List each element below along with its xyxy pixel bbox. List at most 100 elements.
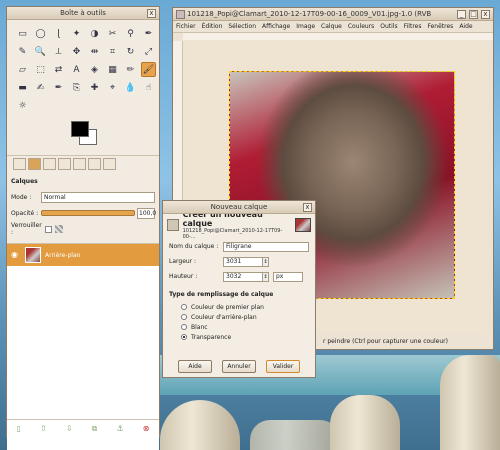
rect-select-icon[interactable]: ▭ <box>15 26 30 41</box>
pencil-icon[interactable]: ✏ <box>123 62 138 77</box>
move-icon[interactable]: ✥ <box>69 44 84 59</box>
fill-option[interactable]: Couleur d'arrière-plan <box>181 312 309 322</box>
menu-item[interactable]: Édition <box>202 23 223 30</box>
duplicate-layer-icon[interactable]: ⧉ <box>92 424 98 434</box>
dodge-icon[interactable]: ☼ <box>15 98 30 113</box>
shear-icon[interactable]: ▱ <box>15 62 30 77</box>
color-select-icon[interactable]: ◑ <box>87 26 102 41</box>
align-icon[interactable]: ⇹ <box>87 44 102 59</box>
unit-select[interactable]: px <box>273 271 303 282</box>
close-icon[interactable]: x <box>147 9 156 18</box>
ellipse-select-icon[interactable]: ◯ <box>33 26 48 41</box>
crop-icon[interactable]: ⌗ <box>105 44 120 59</box>
heal-icon[interactable]: ✚ <box>87 80 102 95</box>
channels-tab[interactable] <box>43 157 56 170</box>
height-spinner[interactable]: ↕ <box>263 271 269 282</box>
clone-icon[interactable]: ⎘ <box>69 80 84 95</box>
minimize-icon[interactable]: _ <box>457 10 466 19</box>
lock-alpha-icon[interactable] <box>55 225 63 233</box>
menu-item[interactable]: Fichier <box>176 23 196 30</box>
radio-button[interactable] <box>181 334 187 340</box>
eye-icon[interactable]: ◉ <box>11 251 21 259</box>
flip-icon[interactable]: ⇄ <box>51 62 66 77</box>
layer-name-input[interactable]: Filigrane <box>223 241 309 252</box>
menu-item[interactable]: Outils <box>380 23 397 30</box>
delete-layer-icon[interactable]: ⊗ <box>143 424 150 433</box>
opacity-input[interactable]: 100,0 <box>137 207 156 219</box>
perspective-clone-icon[interactable]: ⌖ <box>105 80 120 95</box>
toolbox-title: Boîte à outils <box>60 9 106 17</box>
radio-button[interactable] <box>181 304 187 310</box>
smudge-icon[interactable]: ☝ <box>141 80 156 95</box>
lower-layer-icon[interactable]: ⇩ <box>66 424 73 433</box>
close-icon[interactable]: x <box>481 10 490 19</box>
zoom-icon[interactable]: 🔍 <box>33 44 48 59</box>
cliff <box>250 420 340 450</box>
foreground-color-swatch[interactable] <box>71 121 89 137</box>
raise-layer-icon[interactable]: ⇧ <box>40 424 47 433</box>
toolbox-window: Boîte à outils x ▭ ◯ ɭ ✦ ◑ ✂ ⚲ ✒ ✎ 🔍 ⟂ ✥ ⇹ ⌗ ↻ ⤢ ▱ ⬚ ⇄ A ◈ ▦ ✏… <box>6 6 160 450</box>
height-label: Hauteur : <box>169 273 198 280</box>
bucket-icon[interactable]: ◈ <box>87 62 102 77</box>
menu-item[interactable]: Sélection <box>228 23 256 30</box>
width-input[interactable]: 3031 <box>223 256 263 267</box>
rotate-icon[interactable]: ↻ <box>123 44 138 59</box>
menu-item[interactable]: Couleurs <box>348 23 374 30</box>
color-picker-icon[interactable]: ✎ <box>15 44 30 59</box>
menu-bar: Fichier Édition Sélection Affichage Image Cal… <box>173 21 493 33</box>
scale-icon[interactable]: ⤢ <box>141 44 156 59</box>
image-titlebar[interactable]: 101218_Popi@Clamart_2010-12-17T09-00-16_… <box>173 8 493 21</box>
brush-icon[interactable]: 🖌 <box>141 62 156 77</box>
radio-button[interactable] <box>181 324 187 330</box>
fill-option[interactable]: Transparence <box>181 332 309 342</box>
ok-button[interactable]: Valider <box>266 360 300 373</box>
gradients-tab[interactable] <box>103 157 116 170</box>
mode-select[interactable]: Normal <box>41 191 155 203</box>
lock-pixels-checkbox[interactable] <box>45 225 52 233</box>
brushes-tab[interactable] <box>73 157 86 170</box>
fill-type-title: Type de remplissage de calque <box>169 291 274 298</box>
opacity-slider[interactable] <box>41 210 135 216</box>
menu-item[interactable]: Image <box>296 23 315 30</box>
fill-option[interactable]: Couleur de premier plan <box>181 302 309 312</box>
foreground-select-icon[interactable]: ⚲ <box>123 26 138 41</box>
perspective-icon[interactable]: ⬚ <box>33 62 48 77</box>
paths-tab[interactable] <box>58 157 71 170</box>
menu-item[interactable]: Aide <box>459 23 472 30</box>
menu-item[interactable]: Calque <box>321 23 342 30</box>
anchor-layer-icon[interactable]: ⚓ <box>116 424 123 433</box>
cancel-button[interactable]: Annuler <box>222 360 256 373</box>
wand-icon[interactable]: ✦ <box>69 26 84 41</box>
maximize-icon[interactable]: □ <box>469 10 478 19</box>
horizontal-ruler[interactable] <box>183 33 493 40</box>
layer-row[interactable]: ◉ Arrière-plan <box>7 244 159 266</box>
airbrush-icon[interactable]: ✍ <box>33 80 48 95</box>
patterns-tab[interactable] <box>88 157 101 170</box>
tool-options-tab[interactable] <box>13 157 26 170</box>
blend-icon[interactable]: ▦ <box>105 62 120 77</box>
toolbox-titlebar[interactable]: Boîte à outils x <box>7 7 159 20</box>
help-button[interactable]: Aide <box>178 360 212 373</box>
lasso-icon[interactable]: ɭ <box>51 26 66 41</box>
eraser-icon[interactable]: ▬ <box>15 80 30 95</box>
text-icon[interactable]: A <box>69 62 84 77</box>
layers-tab[interactable] <box>28 157 41 170</box>
dialog-titlebar[interactable]: Nouveau calque x <box>163 201 315 214</box>
radio-button[interactable] <box>181 314 187 320</box>
fill-option[interactable]: Blanc <box>181 322 309 332</box>
new-layer-dialog: Nouveau calque x Créer un nouveau calque… <box>162 200 316 378</box>
measure-icon[interactable]: ⟂ <box>51 44 66 59</box>
ink-icon[interactable]: ✒ <box>51 80 66 95</box>
new-layer-icon <box>167 219 179 231</box>
fill-option-label: Couleur d'arrière-plan <box>191 313 257 321</box>
close-icon[interactable]: x <box>303 203 312 212</box>
paths-icon[interactable]: ✒ <box>141 26 156 41</box>
blur-icon[interactable]: 💧 <box>123 80 138 95</box>
height-input[interactable]: 3032 <box>223 271 263 282</box>
width-spinner[interactable]: ↕ <box>263 256 269 267</box>
menu-item[interactable]: Filtres <box>404 23 422 30</box>
new-layer-icon[interactable]: ▯ <box>17 424 21 433</box>
menu-item[interactable]: Fenêtres <box>427 23 453 30</box>
menu-item[interactable]: Affichage <box>262 23 290 30</box>
scissors-icon[interactable]: ✂ <box>105 26 120 41</box>
